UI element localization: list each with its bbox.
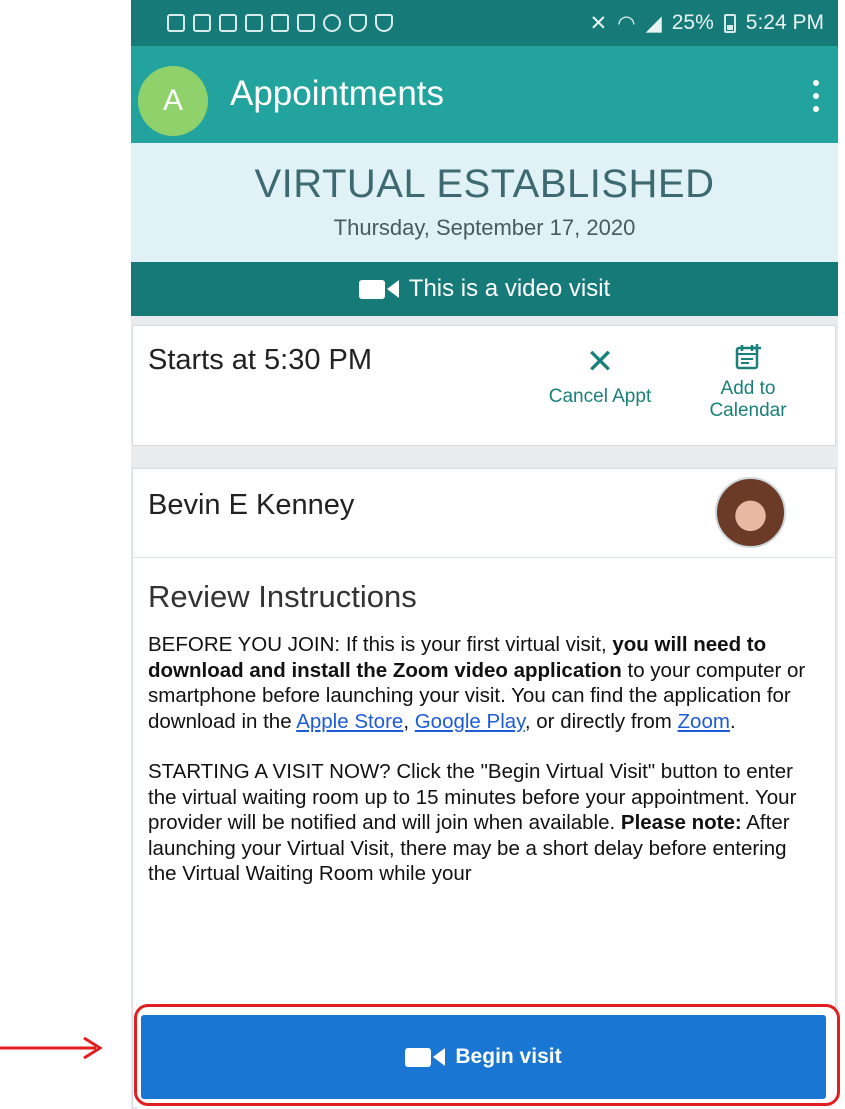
status-indicators: ✕ ◠ ◢ 25% 5:24 PM — [590, 11, 824, 36]
clock: 5:24 PM — [745, 11, 824, 34]
shield-icon — [375, 14, 393, 32]
phone-screen: ✕ ◠ ◢ 25% 5:24 PM A Appointments VIRTUAL… — [131, 0, 838, 1109]
instructions-text-segment: , or directly from — [524, 709, 678, 733]
battery-percent: 25% — [671, 11, 714, 34]
add-to-calendar-label: Add to Calendar — [709, 378, 787, 421]
cancel-appointment-button[interactable]: ✕ Cancel Appt — [535, 344, 665, 408]
add-to-calendar-button[interactable]: Add to Calendar — [693, 342, 803, 422]
calendar-add-icon — [735, 344, 761, 370]
instructions-text: BEFORE YOU JOIN: If this is your first v… — [148, 632, 820, 912]
cancel-appointment-label: Cancel Appt — [548, 386, 652, 407]
mute-icon: ✕ — [589, 11, 608, 35]
appointment-time-card: Starts at 5:30 PM ✕ Cancel Appt Add to C… — [132, 325, 836, 446]
bag-icon — [297, 14, 315, 32]
begin-visit-button[interactable]: Begin visit — [141, 1015, 826, 1099]
appointment-type: VIRTUAL ESTABLISHED — [254, 162, 715, 206]
notification-icon — [245, 14, 263, 32]
mail-icon — [193, 14, 211, 32]
start-time: Starts at 5:30 PM — [148, 344, 373, 376]
video-camera-icon — [358, 279, 399, 299]
arrow-annotation-icon — [0, 1036, 103, 1060]
divider — [133, 557, 835, 558]
instructions-text-segment: , — [403, 709, 415, 733]
provider-photo — [715, 477, 786, 548]
begin-visit-label: Begin visit — [455, 1045, 562, 1068]
google-play-link[interactable]: Google Play — [415, 710, 525, 733]
instructions-paragraph-2: STARTING A VISIT NOW? Click the "Begin V… — [148, 759, 820, 887]
app-bar: A Appointments — [131, 46, 838, 143]
battery-icon — [723, 13, 736, 33]
video-visit-banner: This is a video visit — [131, 262, 838, 316]
shield-icon — [349, 14, 367, 32]
close-icon: ✕ — [585, 343, 615, 381]
instructions-bold-text: Please note: — [620, 811, 742, 834]
video-visit-label: This is a video visit — [408, 275, 611, 302]
instructions-text-segment: BEFORE YOU JOIN: If this is your first v… — [148, 633, 613, 656]
apple-store-link[interactable]: Apple Store — [296, 710, 403, 733]
appointment-date: Thursday, September 17, 2020 — [333, 215, 636, 240]
mail-icon — [167, 14, 185, 32]
user-avatar[interactable]: A — [138, 66, 208, 136]
image-icon — [271, 14, 289, 32]
instructions-title: Review Instructions — [148, 579, 417, 614]
app-title: Appointments — [230, 74, 445, 113]
mail-icon — [219, 14, 237, 32]
instructions-text-segment: . — [729, 709, 736, 733]
appointment-header: VIRTUAL ESTABLISHED Thursday, September … — [131, 143, 838, 262]
zoom-link[interactable]: Zoom — [678, 710, 730, 733]
notification-icons — [167, 14, 393, 32]
begin-visit-container: Begin visit — [137, 1011, 838, 1109]
wifi-icon: ◠ — [617, 11, 636, 35]
instructions-paragraph-1: BEFORE YOU JOIN: If this is your first v… — [148, 632, 820, 734]
status-bar: ✕ ◠ ◢ 25% 5:24 PM — [131, 0, 838, 46]
person-icon — [323, 14, 341, 32]
provider-name: Bevin E Kenney — [148, 489, 355, 521]
signal-icon: ◢ — [645, 11, 662, 35]
overflow-menu-icon[interactable] — [804, 76, 828, 116]
video-camera-icon — [405, 1047, 446, 1067]
